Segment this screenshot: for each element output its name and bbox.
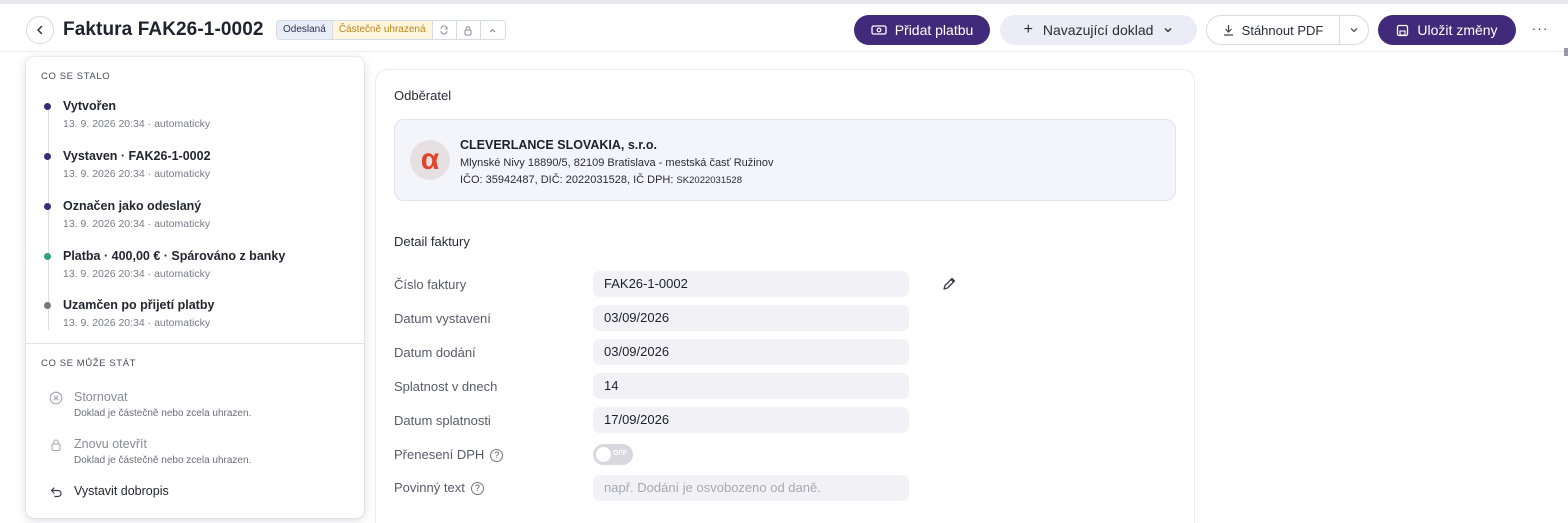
event-meta: 13. 9. 2026 20:34 · automaticky <box>63 317 211 329</box>
back-button[interactable] <box>26 16 54 44</box>
timeline-dot <box>44 302 51 309</box>
event-meta: 13. 9. 2026 20:34 · automaticky <box>63 218 211 230</box>
toggle-state-label: OFF <box>613 450 627 457</box>
more-menu-button[interactable]: ··· <box>1530 18 1550 38</box>
detail-section-title: Detail faktury <box>394 234 470 249</box>
delivery-date-field[interactable]: 03/09/2026 <box>593 339 909 365</box>
lock-icon <box>48 437 64 453</box>
event-title: Označen jako odeslaný <box>63 199 202 213</box>
undo-icon <box>48 484 64 500</box>
actions-section-title: Co se může stát <box>41 358 137 369</box>
timeline-dot <box>44 203 51 210</box>
status-badge-partial: Částečně uhrazená <box>332 21 433 39</box>
mandatory-text-label: Povinný text <box>394 480 465 495</box>
timeline-dot <box>44 253 51 260</box>
event-meta: 13. 9. 2026 20:34 · automaticky <box>63 118 211 130</box>
chevron-down-icon <box>1164 28 1172 33</box>
customer-section-title: Odběratel <box>394 88 452 103</box>
status-badge-sent: Odeslaná <box>277 21 333 39</box>
follow-document-button[interactable]: + Navazující doklad <box>1000 15 1197 45</box>
plus-icon: + <box>1023 21 1033 38</box>
customer-ids-text: IČO: 35942487, DIČ: 2022031528, IČ DPH: <box>460 174 674 186</box>
customer-box[interactable]: α CLEVERLANCE SLOVAKIA, s.r.o. Mlynské N… <box>394 119 1176 201</box>
download-icon <box>1223 25 1233 36</box>
pencil-icon[interactable] <box>941 276 957 292</box>
save-label: Uložit změny <box>1417 22 1498 38</box>
issue-date-label: Datum vystavení <box>394 311 491 326</box>
due-days-label: Splatnost v dnech <box>394 379 498 394</box>
timeline-line <box>48 104 49 330</box>
scroll-indicator <box>1564 48 1568 56</box>
customer-name: CLEVERLANCE SLOVAKIA, s.r.o. <box>460 138 658 152</box>
header-bar: Faktura FAK26-1-0002 Odeslaná Částečně u… <box>0 8 1568 52</box>
help-icon[interactable]: ? <box>470 481 484 495</box>
invoice-number-field[interactable]: FAK26-1-0002 <box>593 271 909 297</box>
mandatory-text-input[interactable]: např. Dodání je osvobozeno od daně. <box>593 475 909 501</box>
event-title: Vytvořen <box>63 99 117 113</box>
event-meta: 13. 9. 2026 20:34 · automaticky <box>63 268 211 280</box>
save-icon <box>1397 24 1409 36</box>
help-icon[interactable]: ? <box>490 448 504 462</box>
action-hint: Doklad je částečně nebo zcela uhrazen. <box>74 455 252 466</box>
cash-icon <box>871 25 887 35</box>
add-payment-button[interactable]: Přidat platbu <box>854 15 990 45</box>
customer-address: Mlynské Nivy 18890/5, 82109 Bratislava -… <box>460 157 774 169</box>
customer-vat-id: SK2022031528 <box>676 175 742 186</box>
event-title: Vystaven · FAK26-1-0002 <box>63 149 211 163</box>
invoice-card: Odběratel α CLEVERLANCE SLOVAKIA, s.r.o.… <box>375 69 1195 523</box>
reverse-charge-toggle[interactable]: OFF <box>593 444 633 465</box>
toggle-knob <box>596 447 611 462</box>
reverse-charge-label: Přenesení DPH <box>394 447 485 462</box>
chevron-up-icon[interactable] <box>481 21 505 39</box>
customer-ids: IČO: 35942487, DIČ: 2022031528, IČ DPH: … <box>460 174 742 186</box>
download-pdf-label: Stáhnout PDF <box>1241 22 1324 38</box>
history-section-title: Co se stalo <box>41 71 111 82</box>
mandatory-text-row: Povinný text? <box>394 480 484 495</box>
divider <box>26 343 364 344</box>
issue-date-field[interactable]: 03/09/2026 <box>593 305 909 331</box>
due-date-label: Datum splatnosti <box>394 413 491 428</box>
logo-letter: α <box>420 143 440 176</box>
due-date-field[interactable]: 17/09/2026 <box>593 407 909 433</box>
due-days-field[interactable]: 14 <box>593 373 909 399</box>
chevron-left-icon <box>37 25 43 35</box>
cancel-circle-icon <box>48 390 64 406</box>
delivery-date-label: Datum dodání <box>394 345 476 360</box>
download-options-button[interactable] <box>1339 15 1369 45</box>
follow-document-label: Navazující doklad <box>1042 22 1154 38</box>
action-label: Stornovat <box>74 390 128 404</box>
chevron-down-icon <box>1350 28 1358 33</box>
add-payment-label: Přidat platbu <box>894 22 974 38</box>
event-meta: 13. 9. 2026 20:34 · automaticky <box>63 168 211 180</box>
reverse-charge-row: Přenesení DPH? <box>394 447 504 462</box>
timeline-dot <box>44 153 51 160</box>
action-label: Znovu otevřít <box>74 437 147 451</box>
status-badges: Odeslaná Částečně uhrazená <box>276 20 506 40</box>
sync-icon[interactable] <box>433 21 457 39</box>
action-label: Vystavit dobropis <box>74 484 169 498</box>
event-title: Platba · 400,00 € · Spárováno z banky <box>63 249 286 263</box>
page-title: Faktura FAK26-1-0002 <box>63 19 264 40</box>
invoice-page: Faktura FAK26-1-0002 Odeslaná Částečně u… <box>0 0 1568 523</box>
event-title: Uzamčen po přijetí platby <box>63 298 215 312</box>
save-button[interactable]: Uložit změny <box>1378 15 1516 45</box>
company-logo: α <box>410 140 450 180</box>
download-pdf-button[interactable]: Stáhnout PDF <box>1206 15 1340 45</box>
invoice-number-label: Číslo faktury <box>394 277 467 292</box>
timeline-dot <box>44 103 51 110</box>
lock-icon[interactable] <box>457 21 481 39</box>
document-history-popover: Co se stalo Vytvořen 13. 9. 2026 20:34 ·… <box>26 57 364 518</box>
action-hint: Doklad je částečně nebo zcela uhrazen. <box>74 408 252 419</box>
